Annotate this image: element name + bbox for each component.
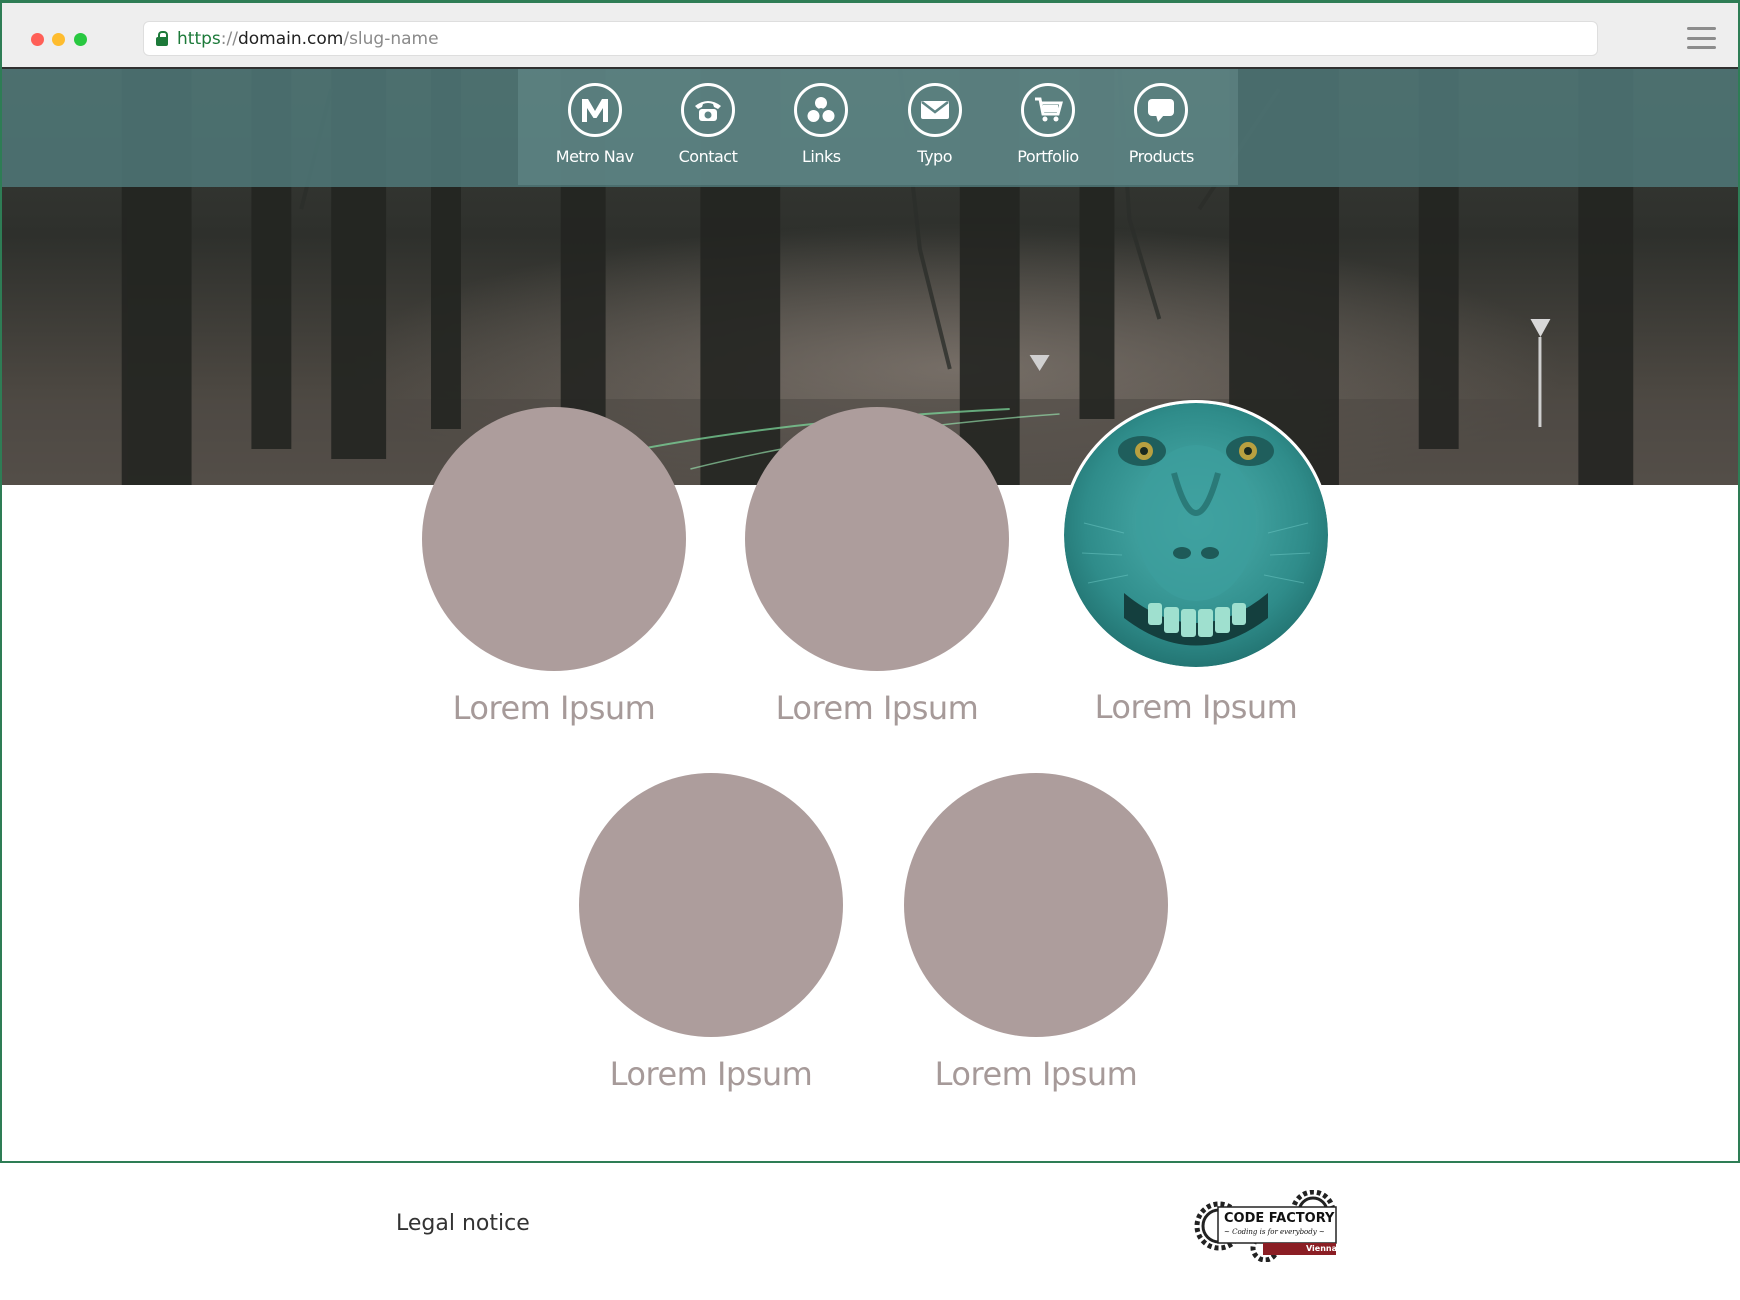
tile-5[interactable]: Lorem Ipsum xyxy=(904,773,1168,1093)
page-footer: Legal notice CODE FACTORY ~ Coding is fo… xyxy=(0,1163,1740,1300)
logo-city: Vienna xyxy=(1306,1244,1338,1253)
monkey-face-image xyxy=(1061,400,1331,670)
tile-label: Lorem Ipsum xyxy=(775,689,979,727)
code-factory-logo[interactable]: CODE FACTORY ~ Coding is for everybody ~… xyxy=(1193,1190,1348,1262)
tile-image-placeholder xyxy=(422,407,686,671)
logo-title: CODE FACTORY xyxy=(1224,1211,1335,1226)
tile-grid: Lorem Ipsum Lorem Ipsum Lorem Ipsum Lore… xyxy=(2,3,1738,1161)
tile-4[interactable]: Lorem Ipsum xyxy=(579,773,843,1093)
logo-tagline: ~ Coding is for everybody ~ xyxy=(1224,1228,1325,1236)
tile-label: Lorem Ipsum xyxy=(1094,688,1298,726)
tile-label: Lorem Ipsum xyxy=(452,689,656,727)
tile-1[interactable]: Lorem Ipsum xyxy=(422,407,686,727)
legal-notice-link[interactable]: Legal notice xyxy=(396,1211,530,1236)
tile-image-placeholder xyxy=(904,773,1168,1037)
tile-image-placeholder xyxy=(745,407,1009,671)
tile-2[interactable]: Lorem Ipsum xyxy=(745,407,1009,727)
tile-label: Lorem Ipsum xyxy=(934,1055,1138,1093)
tile-image-placeholder xyxy=(579,773,843,1037)
tile-label: Lorem Ipsum xyxy=(609,1055,813,1093)
browser-window: https://domain.com/slug-name Metro Nav … xyxy=(0,0,1740,1163)
tile-3[interactable]: Lorem Ipsum xyxy=(1061,400,1331,726)
